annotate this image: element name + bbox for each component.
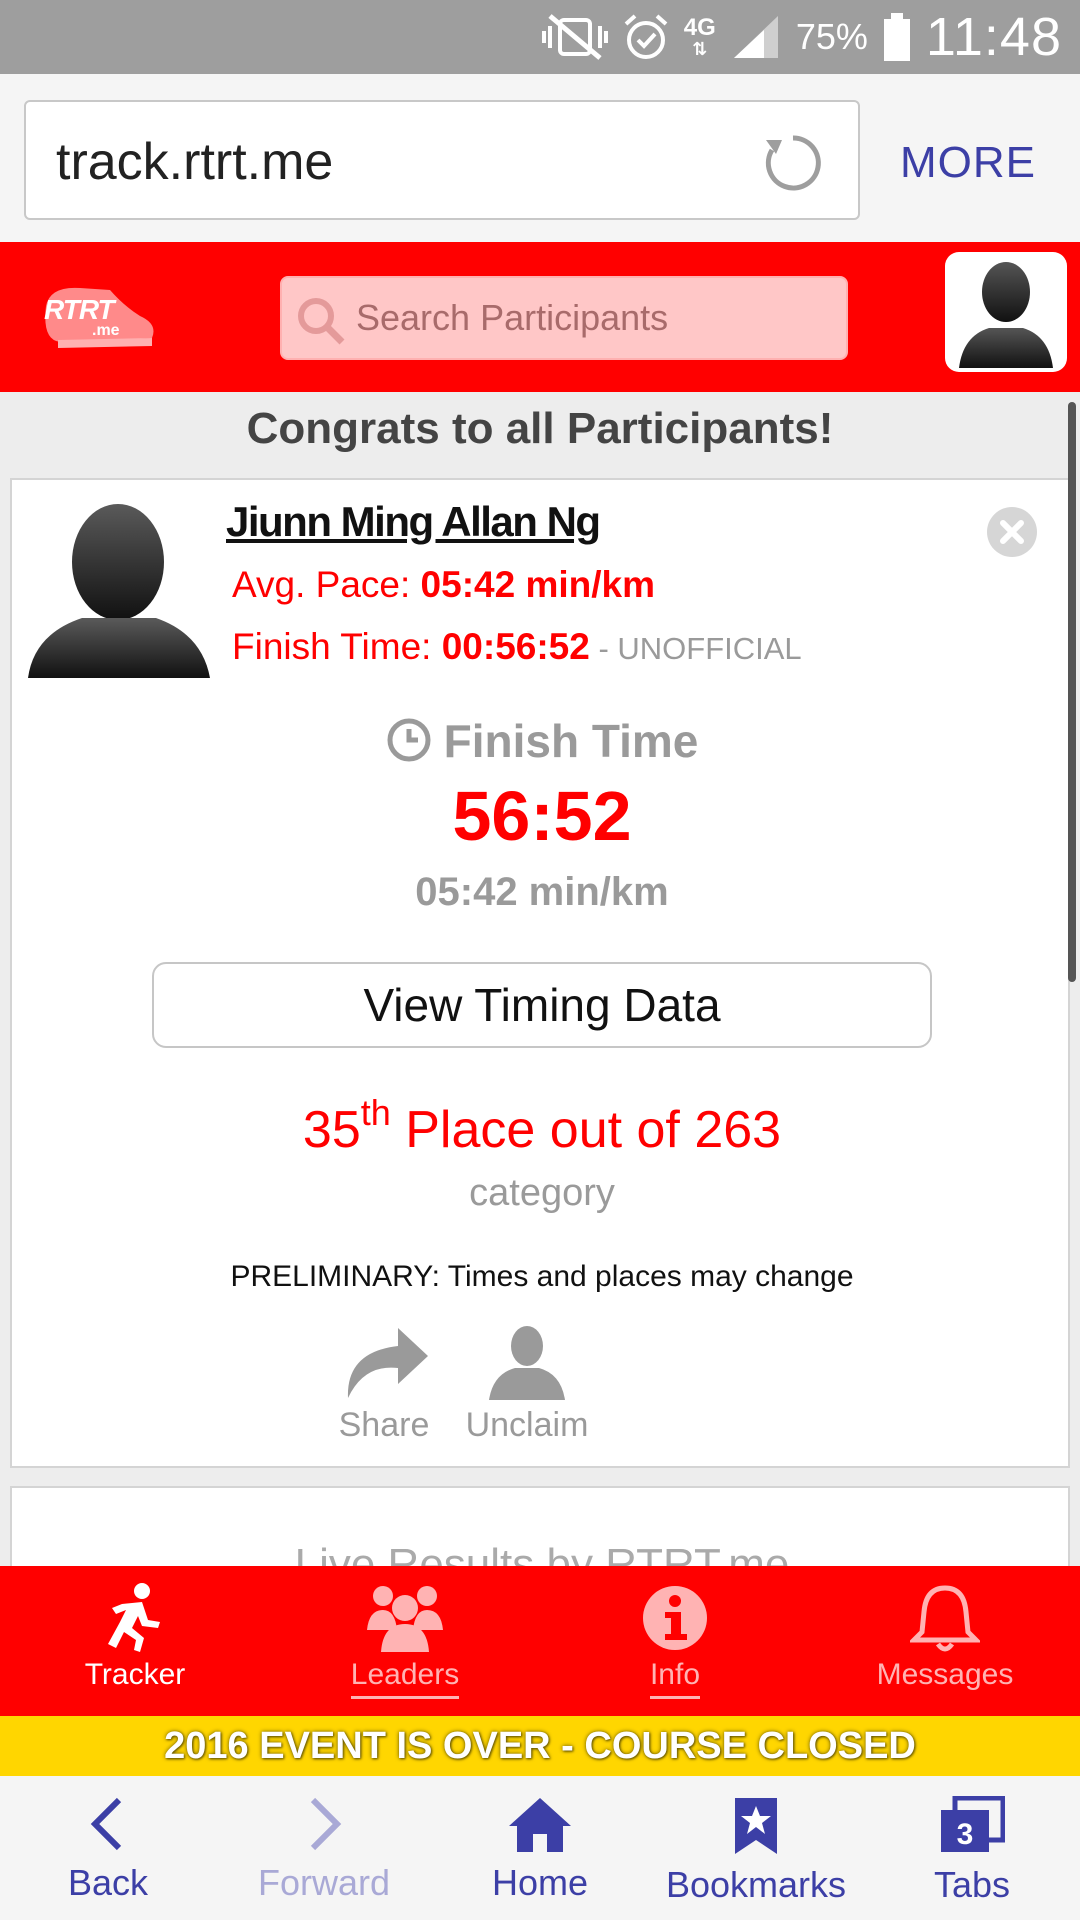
avg-pace-value: 05:42 min/km xyxy=(420,564,655,605)
forward-label: Forward xyxy=(257,1862,391,1903)
info-icon xyxy=(643,1586,707,1650)
share-button[interactable]: Share xyxy=(324,1324,444,1445)
home-icon xyxy=(509,1798,571,1852)
status-bar: 4G ⇅ 75% 11:48 xyxy=(0,0,1080,74)
participant-card: Jiunn Ming Allan Ng Avg. Pace: 05:42 min… xyxy=(10,478,1070,1468)
finish-time-value: 00:56:52 xyxy=(441,626,590,667)
forward-button[interactable]: Forward xyxy=(216,1776,432,1920)
search-input[interactable] xyxy=(356,278,836,358)
network-type-icon: 4G ⇅ xyxy=(683,14,716,59)
forward-icon xyxy=(310,1797,342,1851)
nav-info-label: Info xyxy=(649,1658,701,1699)
nav-tracker[interactable]: Tracker xyxy=(0,1566,270,1716)
main-content[interactable]: Congrats to all Participants! Jiunn Ming… xyxy=(0,392,1080,1566)
more-button[interactable]: MORE xyxy=(900,138,1036,188)
tabs-icon: 3 xyxy=(941,1796,1005,1852)
live-results-card: Live Results by RTRT.me xyxy=(10,1486,1070,1566)
finish-time-heading-label: Finish Time xyxy=(443,715,699,767)
bookmarks-label: Bookmarks xyxy=(665,1864,847,1905)
share-icon xyxy=(347,1328,428,1398)
nav-leaders[interactable]: Leaders xyxy=(270,1566,540,1716)
back-button[interactable]: Back xyxy=(0,1776,216,1920)
network-type-label: 4G xyxy=(683,14,716,41)
unclaim-label: Unclaim xyxy=(465,1406,589,1444)
battery-icon xyxy=(882,11,912,63)
tabs-count: 3 xyxy=(957,1818,974,1851)
clock-time: 11:48 xyxy=(925,7,1062,67)
nav-leaders-label: Leaders xyxy=(350,1658,460,1699)
nav-messages-label: Messages xyxy=(876,1658,1014,1691)
view-timing-data-button[interactable]: View Timing Data xyxy=(152,962,932,1048)
search-box[interactable] xyxy=(280,276,848,360)
search-icon xyxy=(298,298,345,345)
alarm-icon xyxy=(622,12,670,62)
avg-pace-label: Avg. Pace: xyxy=(232,564,421,605)
congrats-heading: Congrats to all Participants! xyxy=(246,404,834,453)
signal-icon xyxy=(730,12,782,62)
place-ranking: 35th Place out of 263 xyxy=(12,1092,1072,1160)
nav-info[interactable]: Info xyxy=(540,1566,810,1716)
runner-icon xyxy=(108,1583,160,1652)
finish-pace: 05:42 min/km xyxy=(415,870,669,914)
vibrate-mute-icon xyxy=(541,12,608,62)
page: 4G ⇅ 75% 11:48 track.rtrt.me MORE RTRT .… xyxy=(0,0,1080,1920)
url-field[interactable]: track.rtrt.me xyxy=(24,100,860,220)
preliminary-note: PRELIMINARY: Times and places may change xyxy=(230,1260,854,1293)
scrollbar[interactable] xyxy=(1068,402,1076,982)
place-number: 35 xyxy=(302,1101,361,1159)
url-text: track.rtrt.me xyxy=(56,133,334,191)
avg-pace-line: Avg. Pace: 05:42 min/km xyxy=(232,564,655,606)
event-over-banner: 2016 EVENT IS OVER - COURSE CLOSED xyxy=(0,1716,1080,1776)
bell-icon xyxy=(910,1585,980,1652)
app-bottom-nav: Tracker Leaders Info Messages xyxy=(0,1566,1080,1716)
nav-tracker-label: Tracker xyxy=(84,1658,186,1691)
back-icon xyxy=(90,1797,122,1851)
person-silhouette-icon xyxy=(959,262,1053,368)
share-label: Share xyxy=(338,1406,430,1444)
finish-time-line: Finish Time: 00:56:52 - UNOFFICIAL xyxy=(232,626,802,668)
bookmarks-button[interactable]: Bookmarks xyxy=(648,1776,864,1920)
live-results-text: Live Results by RTRT.me xyxy=(294,1540,790,1566)
home-button[interactable]: Home xyxy=(432,1776,648,1920)
nav-messages[interactable]: Messages xyxy=(810,1566,1080,1716)
finish-time-label: Finish Time: xyxy=(232,626,442,667)
home-label: Home xyxy=(491,1862,589,1903)
unclaim-button[interactable]: Unclaim xyxy=(452,1324,602,1445)
clock-icon xyxy=(387,718,431,762)
user-avatar[interactable] xyxy=(945,252,1067,372)
place-category: category xyxy=(469,1172,615,1214)
bookmark-icon xyxy=(735,1798,777,1854)
reload-icon[interactable] xyxy=(762,132,824,194)
finish-time-heading: Finish Time xyxy=(12,714,1072,768)
battery-percent: 75% xyxy=(795,16,868,57)
app-header: RTRT .me xyxy=(0,242,1080,392)
browser-toolbar: Back Forward Home Bookmarks 3 Tabs xyxy=(0,1776,1080,1920)
finish-status: - UNOFFICIAL xyxy=(589,631,802,666)
tabs-label: Tabs xyxy=(933,1864,1011,1905)
participant-avatar xyxy=(28,504,210,678)
place-rest: Place out of 263 xyxy=(390,1101,782,1159)
group-icon xyxy=(367,1586,443,1652)
person-icon xyxy=(489,1326,565,1400)
participant-name-link[interactable]: Jiunn Ming Allan Ng xyxy=(226,498,601,546)
logo-subtext: .me xyxy=(92,322,120,339)
finish-time-big: 56:52 xyxy=(452,777,632,855)
back-label: Back xyxy=(67,1862,149,1903)
browser-url-bar: track.rtrt.me MORE xyxy=(0,74,1080,242)
rtrt-logo[interactable]: RTRT .me xyxy=(40,276,160,356)
place-suffix: th xyxy=(360,1092,391,1133)
tabs-button[interactable]: 3 Tabs xyxy=(864,1776,1080,1920)
close-icon[interactable] xyxy=(986,506,1038,558)
